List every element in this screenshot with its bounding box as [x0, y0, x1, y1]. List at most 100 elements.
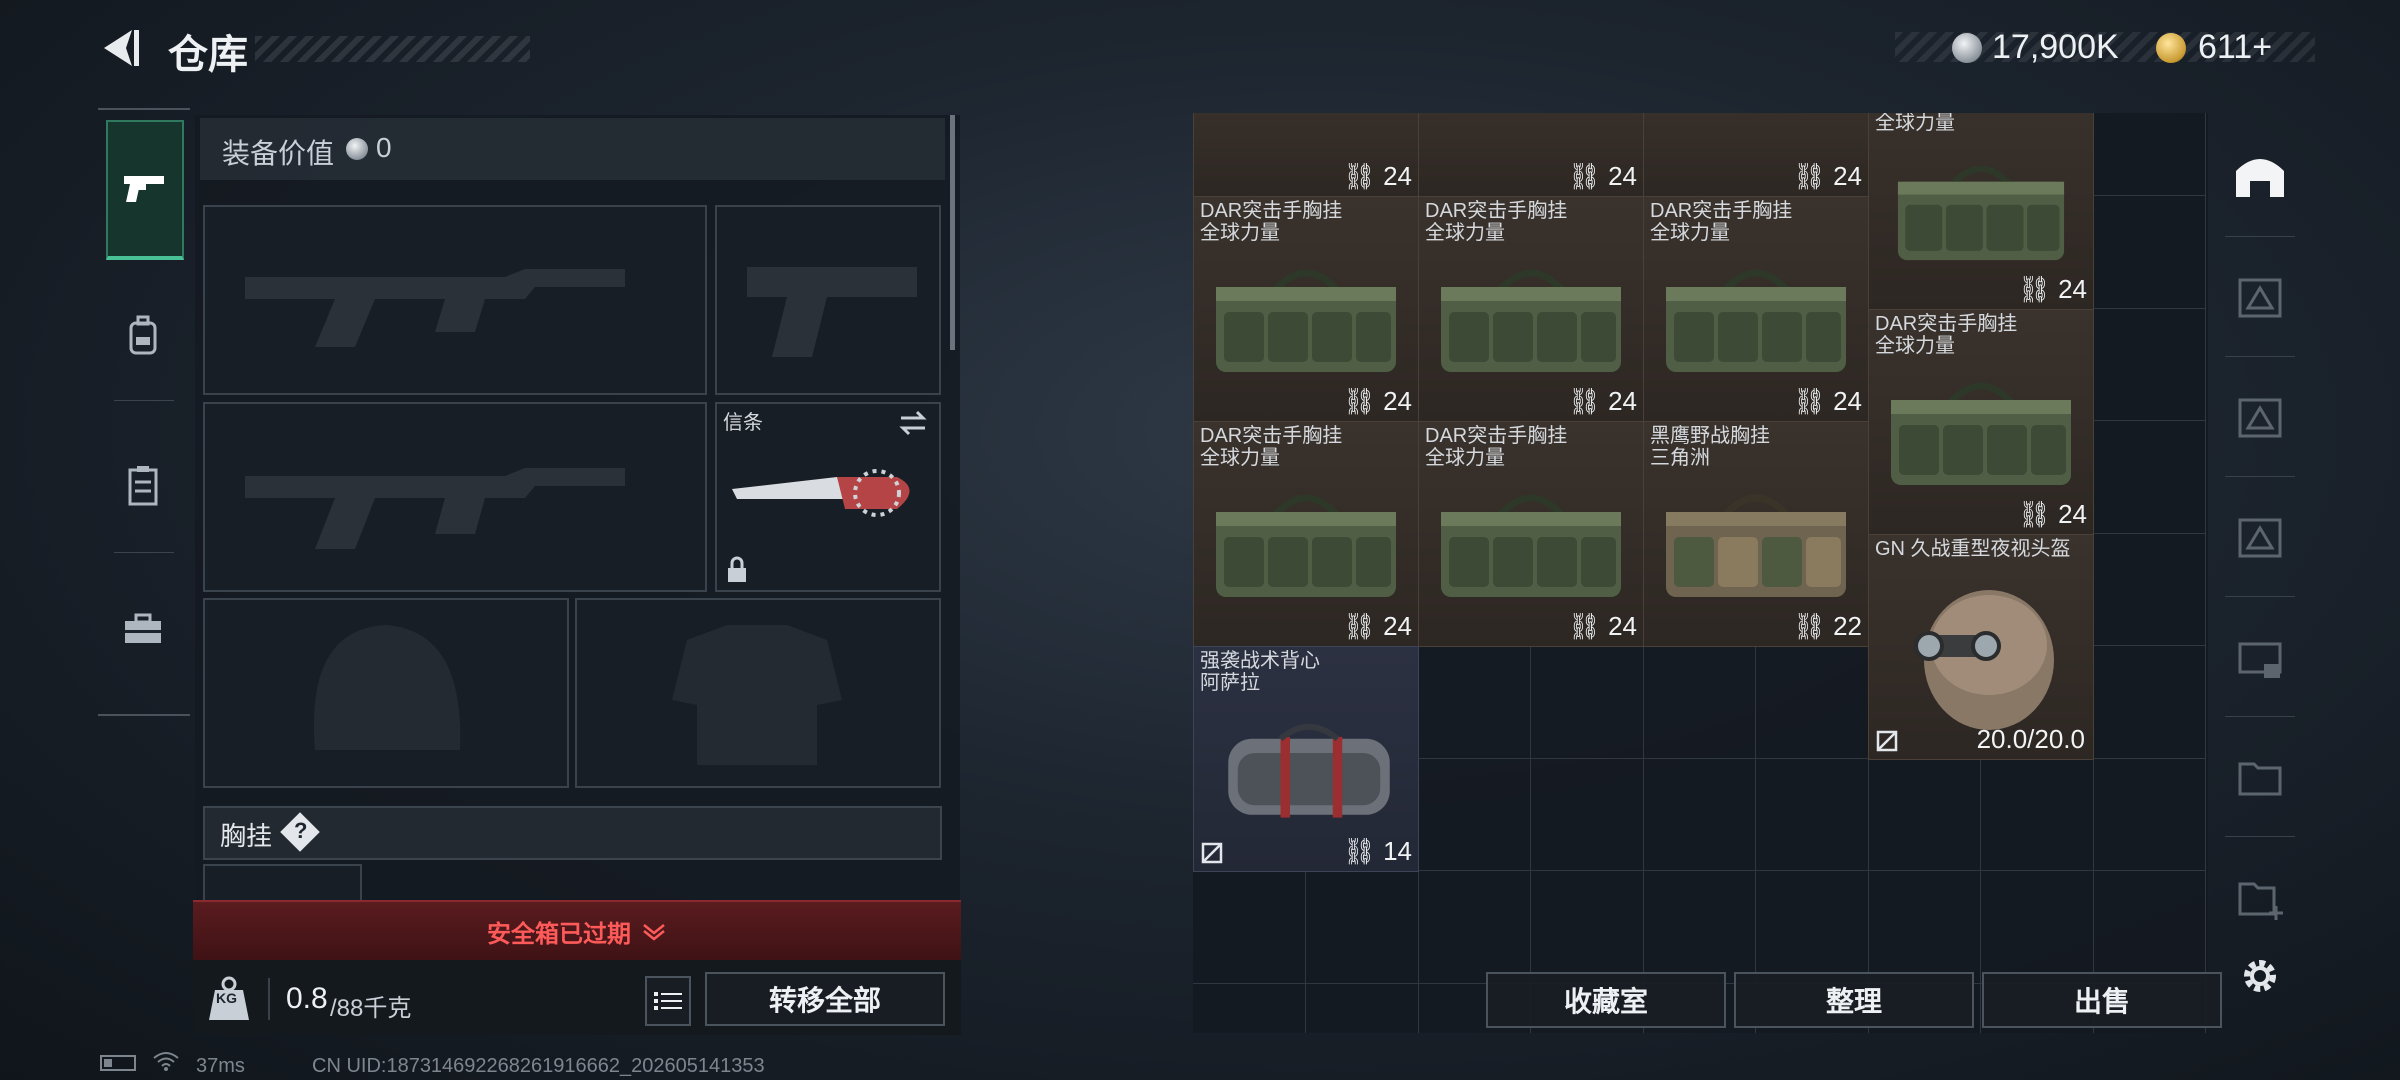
item-count: ⛓ 24: [1342, 161, 1412, 191]
collection-room-button[interactable]: 收藏室: [1486, 972, 1726, 1028]
grid-cell[interactable]: [1868, 870, 1981, 984]
uid-text: CN UID:18731469226826191666​2_2026051413…: [312, 1055, 765, 1077]
grid-cell[interactable]: [2093, 113, 2206, 196]
list-view-button[interactable]: [645, 976, 691, 1026]
grid-cell[interactable]: [1643, 758, 1756, 871]
sidearm-slot[interactable]: [715, 205, 941, 395]
divider: [268, 978, 270, 1020]
item-count: ⛓ 24: [2017, 274, 2087, 304]
tab-warehouse-5[interactable]: [2225, 610, 2295, 702]
grid-cell[interactable]: [1305, 870, 1419, 984]
stack-icon: ⛓: [1342, 836, 1384, 866]
grid-cell[interactable]: [2093, 645, 2206, 759]
swap-icon[interactable]: [897, 408, 929, 438]
grid-cell[interactable]: [1980, 758, 2094, 871]
storage-item-helmet[interactable]: GN 久战重型夜视头盔 20.0/20.0: [1868, 534, 2094, 760]
grid-cell[interactable]: [1193, 983, 1306, 1033]
storage-item[interactable]: ⛓ 24: [1643, 113, 1869, 197]
grid-cell[interactable]: [1418, 645, 1531, 759]
storage-item[interactable]: DAR突击手胸挂 全球力量 ⛓ 24: [1418, 196, 1644, 422]
storage-item[interactable]: DAR突击手胸挂 全球力量 ⛓ 24: [1643, 196, 1869, 422]
helmet-slot[interactable]: [203, 598, 569, 788]
gold-coin-icon: [2156, 33, 2186, 63]
grid-cell[interactable]: [2093, 195, 2206, 309]
secondary-weapon-slot[interactable]: [203, 402, 707, 592]
storage-item[interactable]: DAR突击手胸挂 全球力量 ⛓ 24: [1868, 309, 2094, 535]
grid-cell[interactable]: [1418, 870, 1531, 984]
grid-cell[interactable]: [1643, 870, 1756, 984]
storage-item[interactable]: 全球力量 ⛓ 24: [1868, 113, 2094, 310]
storage-item[interactable]: ⛓ 24: [1418, 113, 1644, 197]
equipment-scrollbar[interactable]: [950, 115, 955, 350]
tab-weapons[interactable]: [106, 120, 184, 260]
sort-button[interactable]: 整理: [1734, 972, 1974, 1028]
settings-button[interactable]: [2225, 930, 2295, 1022]
item-name: DAR突击手胸挂 全球力量: [1650, 200, 1793, 244]
storage-item[interactable]: ⛓ 24: [1193, 113, 1419, 197]
grid-cell[interactable]: [1980, 870, 2094, 984]
tab-add-warehouse[interactable]: [2225, 850, 2295, 942]
melee-slot-label: 信条: [723, 412, 763, 434]
tab-warehouse-6[interactable]: [2225, 730, 2295, 822]
grid-cell[interactable]: [1755, 758, 1869, 871]
grid-cell[interactable]: [1193, 870, 1306, 984]
tab-warehouse-3[interactable]: [2225, 370, 2295, 462]
storage-item[interactable]: 黑鹰野战胸挂 三角洲 ⛓ 22: [1643, 421, 1869, 647]
storage-slot-icon: [2238, 278, 2282, 318]
grid-cell[interactable]: [2093, 420, 2206, 534]
tab-warehouse-2[interactable]: [2225, 250, 2295, 342]
grid-cell[interactable]: [2093, 533, 2206, 646]
grid-cell[interactable]: [1643, 645, 1756, 759]
grid-cell[interactable]: [2093, 870, 2206, 984]
vest-section-label: 胸挂: [220, 821, 273, 851]
storage-item[interactable]: DAR突击手胸挂 全球力量 ⛓ 24: [1193, 196, 1419, 422]
item-count: ⛓ 24: [1792, 161, 1862, 191]
helmet-icon: [1914, 590, 2054, 730]
melee-slot[interactable]: 信条: [715, 402, 941, 592]
no-trade-icon: [1876, 730, 1898, 752]
grid-cell[interactable]: [1868, 758, 1981, 871]
grid-cell[interactable]: [1755, 870, 1869, 984]
tab-vest[interactable]: [106, 448, 180, 522]
armor-silhouette-icon: [672, 625, 842, 765]
folder-add-icon: [2238, 882, 2283, 920]
tab-divider: [2225, 236, 2295, 237]
vest-bag-icon: [1431, 482, 1631, 612]
storage-slot-icon: [2238, 518, 2282, 558]
tab-warehouse-main[interactable]: [2225, 130, 2295, 222]
armor-slot[interactable]: [575, 598, 941, 788]
no-trade-icon: [1201, 842, 1223, 864]
grid-cell[interactable]: [2093, 308, 2206, 421]
tab-warehouse-4[interactable]: [2225, 490, 2295, 582]
gold-currency-value[interactable]: 611+: [2198, 28, 2272, 67]
item-count: ⛓ 24: [1342, 611, 1412, 641]
ping-text: 37ms: [196, 1055, 245, 1077]
storage-item[interactable]: DAR突击手胸挂 全球力量 ⛓ 24: [1418, 421, 1644, 647]
storage-grid: ⛓ 24 ⛓ 24 ⛓ 24 全球力量 ⛓ 24 DAR突击手胸挂 全球力量 ⛓ …: [1193, 113, 2208, 1033]
tab-divider: [2225, 716, 2295, 717]
grid-cell[interactable]: [1530, 870, 1644, 984]
grid-cell[interactable]: [2093, 758, 2206, 871]
tab-backpack[interactable]: [106, 298, 180, 372]
stack-icon: ⛓: [2017, 274, 2059, 304]
grid-cell[interactable]: [1530, 645, 1644, 759]
storage-item[interactable]: 强袭战术背心 阿萨拉 ⛓ 14: [1193, 646, 1419, 872]
back-arrow-icon[interactable]: [98, 26, 142, 70]
tab-toolbox[interactable]: [106, 592, 180, 666]
tab-divider: [114, 400, 174, 401]
page-title: 仓库: [168, 33, 248, 77]
vest-slot-partial[interactable]: [203, 864, 362, 902]
primary-weapon-slot[interactable]: [203, 205, 707, 395]
grid-cell[interactable]: [1755, 645, 1869, 759]
warehouse-icon: [2236, 159, 2284, 197]
safebox-expired-banner[interactable]: 安全箱已过期: [193, 900, 961, 960]
vest-bag-icon: [1431, 257, 1631, 387]
grid-cell[interactable]: [1418, 758, 1531, 871]
transfer-all-button[interactable]: 转移全部: [705, 972, 945, 1026]
grid-cell[interactable]: [1530, 758, 1644, 871]
sell-button[interactable]: 出售: [1982, 972, 2222, 1028]
vest-bag-icon: [1881, 154, 2081, 274]
stack-icon: ⛓: [1567, 611, 1609, 641]
storage-item[interactable]: DAR突击手胸挂 全球力量 ⛓ 24: [1193, 421, 1419, 647]
grid-cell[interactable]: [1306, 983, 1419, 1033]
